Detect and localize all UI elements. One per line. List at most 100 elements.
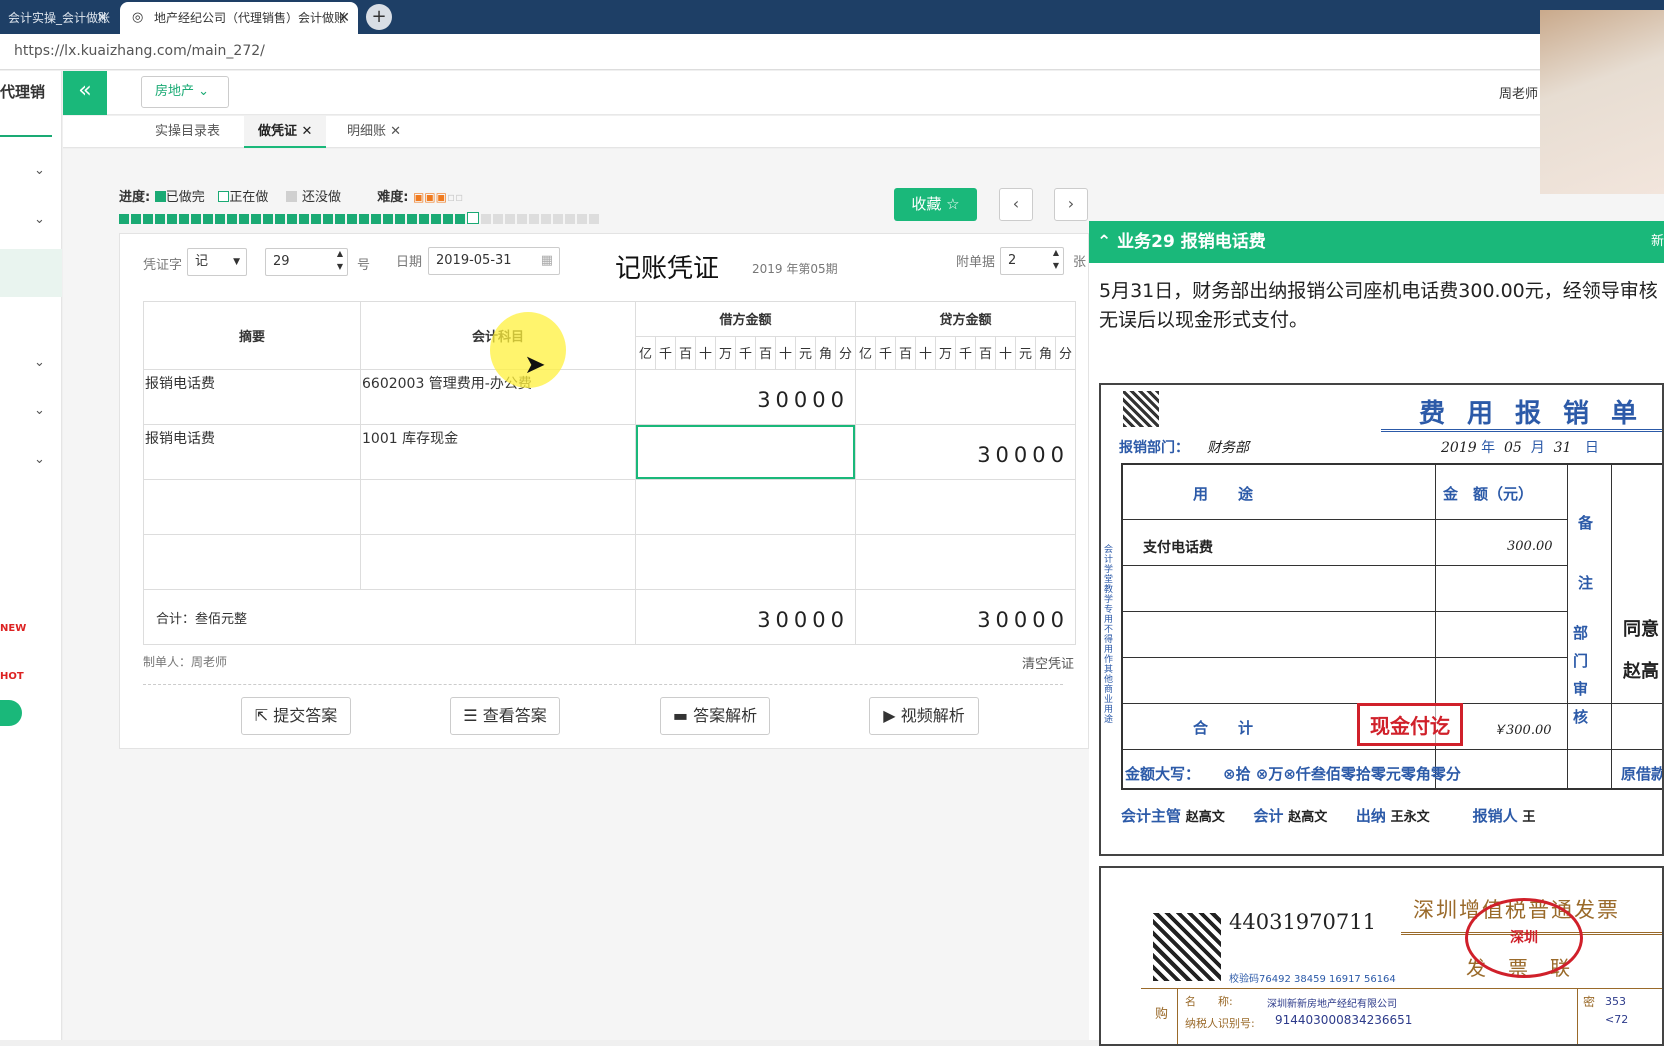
progress-step[interactable] [493,214,503,224]
stepper-icon[interactable]: ▲ ▼ [1053,246,1059,272]
debit-amount-cell[interactable]: 30000 [635,369,856,425]
progress-step[interactable] [143,214,153,224]
progress-step[interactable] [443,214,453,224]
progress-step[interactable] [227,214,237,224]
industry-select[interactable]: 房地产 ⌄ [141,76,229,108]
new-tab-button[interactable]: + [366,4,392,30]
date-input[interactable]: 2019-05-31 ▦ [428,247,560,275]
progress-step[interactable] [407,214,417,224]
close-icon[interactable]: ✕ [390,124,401,139]
progress-step[interactable] [299,214,309,224]
clear-voucher-link[interactable]: 清空凭证 [1022,653,1074,672]
chevron-down-icon[interactable]: ⌄ [34,355,48,370]
progress-step[interactable] [263,214,273,224]
credit-amount-cell[interactable] [855,479,1076,535]
close-icon[interactable]: ✕ [96,2,108,34]
close-icon[interactable]: ✕ [338,2,350,34]
debit-amount-cell[interactable] [635,479,856,535]
progress-step[interactable] [529,214,539,224]
progress-step[interactable] [541,214,551,224]
progress-step[interactable] [383,214,393,224]
progress-step[interactable] [239,214,249,224]
browser-tab-active[interactable]: ◎ 地产经纪公司（代理销售）会计做账 ✕ [120,2,358,34]
progress-step[interactable] [215,214,225,224]
item-use: 支付电话费 [1143,540,1213,556]
subject-cell[interactable] [360,479,636,535]
sidebar-toggle[interactable] [0,700,22,726]
voucher-row: 报销电话费 1001 库存现金 30000 [143,424,1076,480]
collapse-sidebar-icon[interactable]: « [63,71,107,115]
progress-step[interactable] [455,214,465,224]
progress-step[interactable] [395,214,405,224]
submit-answer-button[interactable]: ⇱ 提交答案 [241,697,351,735]
voucher-word-label: 凭证字 [143,258,183,273]
progress-step[interactable] [311,214,321,224]
progress-step[interactable] [371,214,381,224]
collapse-up-icon[interactable]: ⌃ [1097,232,1111,252]
subject-cell[interactable]: 1001 库存现金 [360,424,636,480]
tab-ledger[interactable]: 明细账 ✕ [347,116,401,148]
progress-step[interactable] [323,214,333,224]
progress-step[interactable] [431,214,441,224]
active-input-focus[interactable] [636,425,855,479]
progress-step[interactable] [553,214,563,224]
prev-button[interactable]: ‹ [999,188,1033,221]
progress-step[interactable] [287,214,297,224]
video-explain-button[interactable]: ▶ 视频解析 [869,697,979,735]
task-header[interactable]: ⌃ 业务29 报销电话费 新 [1089,221,1664,263]
progress-step[interactable] [275,214,285,224]
credit-amount-cell[interactable]: 30000 [855,424,1076,480]
progress-step[interactable] [335,214,345,224]
credit-amount-cell[interactable] [855,534,1076,590]
summary-cell[interactable] [143,534,361,590]
progress-step[interactable] [119,214,129,224]
view-answer-button[interactable]: ☰ 查看答案 [450,697,560,735]
progress-step[interactable] [191,214,201,224]
close-icon[interactable]: ✕ [302,124,313,139]
task-new-label[interactable]: 新 [1651,221,1664,263]
sidebar-item-selected[interactable] [0,249,62,297]
chevron-down-icon[interactable]: ⌄ [34,403,48,418]
browser-tab[interactable]: 会计实操_会计做账 ✕ [0,2,116,34]
voucher-number-input[interactable]: 29 ▲ ▼ [265,248,348,276]
progress-step[interactable] [167,214,177,224]
summary-cell[interactable] [143,479,361,535]
progress-step[interactable] [155,214,165,224]
progress-step[interactable] [347,214,357,224]
progress-step[interactable] [467,212,479,224]
answer-explain-button[interactable]: ▬ 答案解析 [660,697,770,735]
progress-step[interactable] [179,214,189,224]
summary-cell[interactable]: 报销电话费 [143,424,361,480]
chevron-down-icon[interactable]: ⌄ [34,212,48,227]
favorite-button[interactable]: 收藏 ☆ [894,188,977,221]
progress-step[interactable] [359,214,369,224]
credit-amount-cell[interactable] [855,369,1076,425]
attachments-input[interactable]: 2 ▲ ▼ [1000,247,1064,275]
next-button[interactable]: › [1054,188,1088,221]
progress-step[interactable] [481,214,491,224]
progress-step[interactable] [131,214,141,224]
progress-step[interactable] [517,214,527,224]
progress-step[interactable] [565,214,575,224]
chevron-down-icon[interactable]: ⌄ [34,452,48,467]
voucher-word-select[interactable]: 记 ▼ [187,248,247,276]
debit-amount-cell[interactable] [635,534,856,590]
progress-step[interactable] [577,214,587,224]
address-bar[interactable]: https://lx.kuaizhang.com/main_272/ [0,34,1664,70]
progress-step[interactable] [203,214,213,224]
user-name[interactable]: 周老师 [1499,83,1538,102]
calendar-icon[interactable]: ▦ [541,248,553,274]
subject-cell[interactable]: 6602003 管理费用-办公费 [360,369,636,425]
chevron-down-icon[interactable]: ⌄ [34,163,48,178]
voucher-number-value: 29 [273,254,290,269]
subject-cell[interactable] [360,534,636,590]
stepper-icon[interactable]: ▲ ▼ [337,247,343,273]
progress-step[interactable] [419,214,429,224]
progress-step[interactable] [505,214,515,224]
summary-cell[interactable]: 报销电话费 [143,369,361,425]
debit-amount-cell[interactable] [635,424,856,480]
tab-catalog[interactable]: 实操目录表 [155,116,220,148]
progress-step[interactable] [589,214,599,224]
tab-voucher[interactable]: 做凭证 ✕ [244,116,327,148]
progress-step[interactable] [251,214,261,224]
